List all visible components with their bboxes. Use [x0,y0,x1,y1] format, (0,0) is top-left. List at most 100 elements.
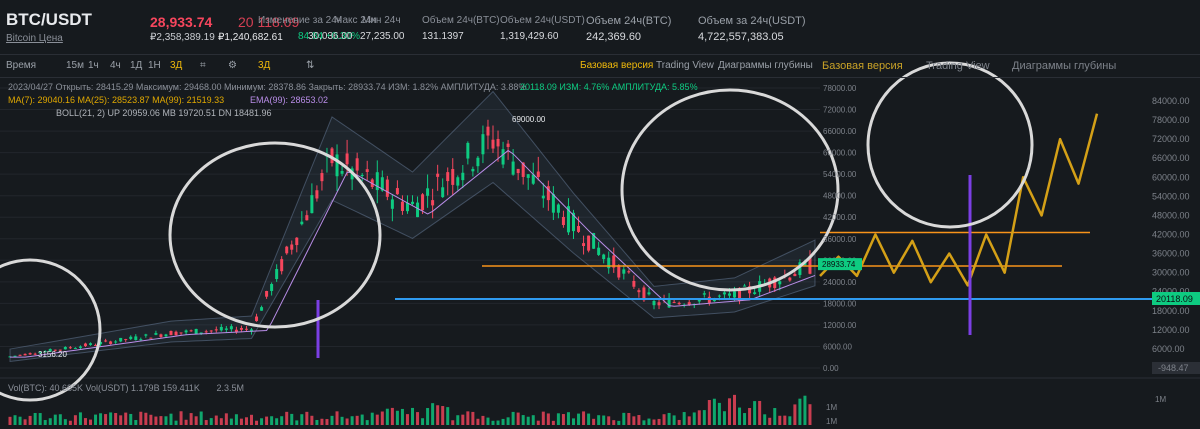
volume-bar [360,414,364,425]
candle-body [149,337,153,339]
interval-1h[interactable]: 1ч [88,60,99,71]
volume-bar [83,418,87,425]
current-price-label: 28933.74 [822,260,856,269]
volume-bar [270,416,274,425]
interval-1w[interactable]: 1Н [148,60,161,71]
candle-body [753,292,757,294]
interval-1d[interactable]: 1Д [130,60,142,71]
volume-bar [129,413,133,425]
interval-4h[interactable]: 4ч [110,60,121,71]
y-tick-outer: 42000.00 [1152,230,1190,240]
y-tick-inner: 18000.00 [823,299,857,308]
stat-value-1: 30,036.00 [308,31,353,42]
volume-bar [234,414,238,425]
volume-readout: Vol(BTC): 40.685K Vol(USDT) 1.179B 159.4… [8,383,244,393]
volume-bar [390,407,394,425]
volume-bar [149,414,153,425]
tab-tradingview[interactable]: Trading View [656,60,714,71]
candle-body [73,347,77,349]
volume-bar [78,412,82,425]
tab-basic[interactable]: Базовая версия [580,60,653,71]
volume-bar [662,414,666,425]
candle-body [411,201,414,204]
stat-label-2: Мин 24ч [362,15,401,26]
volume-bar [798,398,802,425]
candle-body [18,354,22,356]
candle-body [280,259,284,272]
volume-bar [627,412,631,425]
tab-depth-overlay[interactable]: Диаграммы глубины [1012,60,1116,72]
pair-title[interactable]: BTC/USDT [6,10,92,30]
volume-bar [808,404,812,425]
candle-body [94,344,98,346]
volume-bar [275,418,279,425]
volume-bar [461,414,465,425]
tab-basic-overlay[interactable]: Базовая версия [822,60,903,72]
volume-bar [783,415,787,425]
volume-bar [773,408,777,425]
volume-bar [194,416,198,425]
candle-body [501,149,505,165]
volume-bar [209,418,213,425]
volume-bar [335,411,339,425]
volume-bar [687,416,691,425]
candle-body [244,328,248,330]
candle-body [743,285,747,287]
high-marker: 69000.00 [512,115,546,124]
volume-bar [310,415,314,425]
interval-3d[interactable]: 3Д [170,60,182,71]
tab-tradingview-overlay[interactable]: Trading View [926,60,990,72]
interval-15m[interactable]: 15м [66,60,84,71]
y-tick-inner: 78000.00 [823,84,857,93]
y-tick-inner: 24000.00 [823,278,857,287]
candle-body [159,334,163,338]
coin-info-link[interactable]: Bitcoin Цена [6,33,63,44]
volume-bar [748,408,752,425]
y-tick-outer: 72000.00 [1152,134,1190,144]
y-tick-outer: 6000.00 [1152,344,1185,354]
candle-body [154,333,158,335]
candle-body [446,172,450,182]
candle-body [496,138,500,147]
candle-body [587,235,591,251]
volume-bar [491,420,495,425]
candle-body [632,280,636,287]
volume-bar [134,420,138,425]
settings-icon[interactable]: ⚙ [228,60,237,71]
volume-bar [702,410,706,425]
candle-body [139,339,143,341]
candle-body [441,187,445,198]
chart-type-icon[interactable]: ⌗ [200,60,206,71]
indicators-icon[interactable]: ⇅ [306,60,314,71]
tab-depth[interactable]: Диаграммы глубины [718,60,813,71]
candle-body [461,172,465,181]
candle-body [174,331,178,336]
candle-body [405,202,409,212]
candle-body [169,330,173,336]
candle-body [119,337,123,342]
candle-body [390,199,394,209]
candle-body [451,168,455,185]
y-tick-outer: 66000.00 [1152,153,1190,163]
candle-body [491,139,495,149]
volume-bar [501,418,505,425]
candle-body [184,330,188,333]
volume-bar [405,414,409,425]
chart-toolbar: Время 15м 1ч 4ч 1Д 1Н 3Д ⌗ ⚙ 3Д ⇅ Базова… [0,54,1200,78]
candle-body [536,171,540,177]
ma-readout: MA(7): 29040.16 MA(25): 28523.87 MA(99):… [8,95,225,105]
y-tick-inner: 0.00 [823,364,839,373]
candle-body [526,174,530,178]
volume-bar [99,413,103,425]
volume-bar [199,411,203,425]
volume-bar [778,415,782,425]
interval-time[interactable]: Время [6,60,36,71]
volume-bar [250,414,253,425]
y-tick-outer: 30000.00 [1152,268,1190,278]
candle-body [602,254,606,260]
interval-3d-dup[interactable]: 3Д [258,60,270,71]
stat-value-4: 1,319,429.60 [500,31,559,42]
volume-bar [597,415,601,425]
volume-bar [109,412,113,425]
volume-bar [315,419,319,425]
